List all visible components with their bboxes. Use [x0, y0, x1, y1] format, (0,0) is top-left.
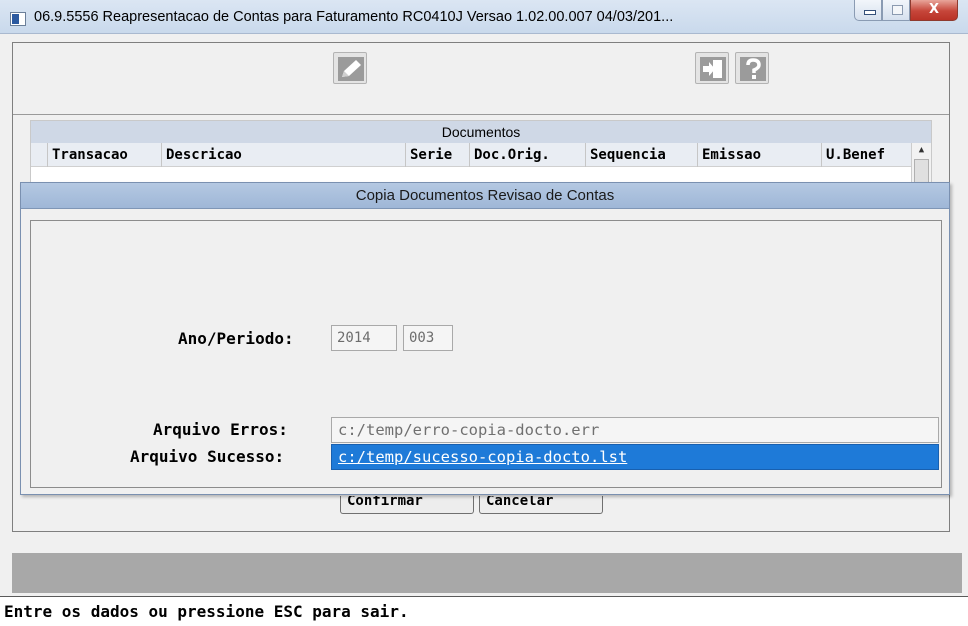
edit-icon — [338, 57, 364, 81]
arquivo-sucesso-label: Arquivo Sucesso: — [130, 447, 285, 466]
window-title: 06.9.5556 Reapresentacao de Contas para … — [34, 9, 674, 25]
column-header-sequencia[interactable]: Sequencia — [585, 143, 697, 167]
column-header-serie[interactable]: Serie — [405, 143, 469, 167]
scroll-up-icon[interactable]: ▲ — [912, 143, 931, 157]
exit-icon — [700, 57, 726, 81]
copy-documents-dialog: Copia Documentos Revisao de Contas Ano/P… — [20, 182, 950, 495]
window-title-bar: 06.9.5556 Reapresentacao de Contas para … — [0, 0, 968, 34]
arquivo-sucesso-field[interactable] — [331, 444, 939, 470]
column-header-transacao[interactable]: Transacao — [47, 143, 161, 167]
ano-periodo-label: Ano/Periodo: — [178, 329, 294, 348]
status-bar — [12, 553, 962, 593]
exit-button[interactable] — [695, 52, 729, 84]
column-header-doc-orig[interactable]: Doc.Orig. — [469, 143, 585, 167]
window-controls: X — [854, 0, 958, 22]
column-header-descricao[interactable]: Descricao — [161, 143, 405, 167]
edit-button[interactable] — [333, 52, 367, 84]
column-header-emissao[interactable]: Emissao — [697, 143, 821, 167]
close-button[interactable]: X — [910, 0, 958, 21]
grid-scrollbar[interactable]: ▲ — [911, 143, 931, 185]
help-icon — [740, 57, 766, 81]
scroll-thumb[interactable] — [914, 159, 929, 183]
minimize-button[interactable] — [854, 0, 882, 21]
maximize-button[interactable] — [882, 0, 910, 21]
dialog-title: Copia Documentos Revisao de Contas — [21, 183, 949, 209]
arquivo-erros-label: Arquivo Erros: — [153, 420, 288, 439]
ano-field[interactable] — [331, 325, 397, 351]
periodo-field[interactable] — [403, 325, 453, 351]
dialog-body: Ano/Periodo: Arquivo Erros: Arquivo Suce… — [30, 220, 942, 488]
message-bar: Entre os dados ou pressione ESC para sai… — [0, 596, 968, 626]
column-header-u-benef[interactable]: U.Benef — [821, 143, 911, 167]
documents-grid[interactable]: Documentos Transacao Descricao Serie Doc… — [30, 120, 932, 185]
app-icon — [10, 12, 26, 26]
grid-header: Transacao Descricao Serie Doc.Orig. Sequ… — [31, 143, 911, 167]
arquivo-erros-field[interactable] — [331, 417, 939, 443]
grid-caption: Documentos — [31, 121, 931, 143]
toolbar — [13, 43, 949, 115]
help-button[interactable] — [735, 52, 769, 84]
confirm-button[interactable]: Confirmar — [340, 496, 474, 514]
cancel-button[interactable]: Cancelar — [479, 496, 603, 514]
